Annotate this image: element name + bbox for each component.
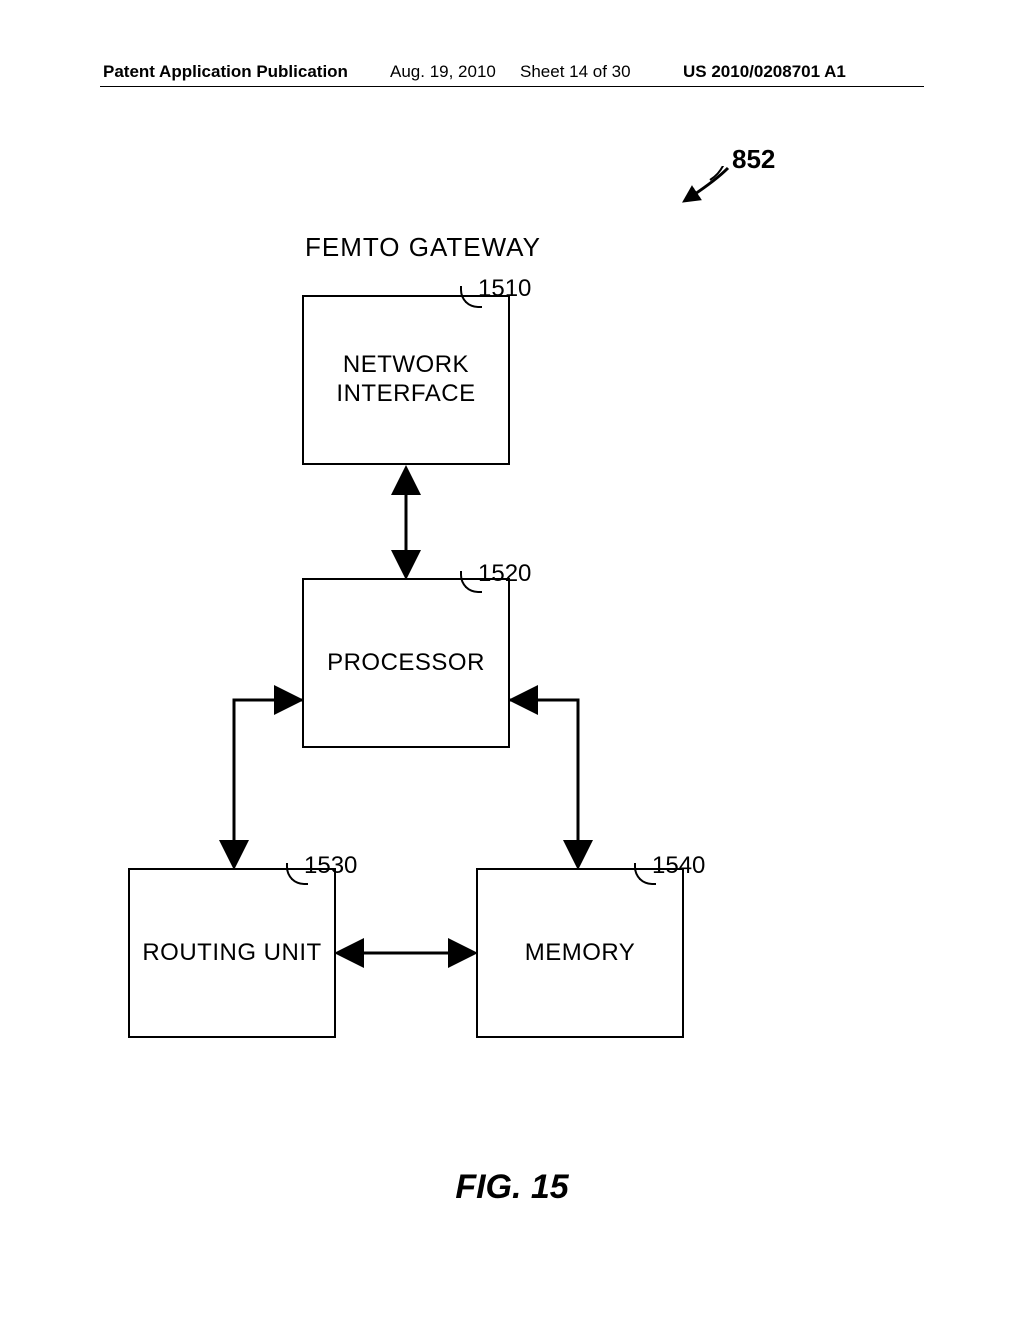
figure-caption: FIG. 15: [0, 1168, 1024, 1207]
connectors: [0, 0, 1024, 1320]
page: Patent Application Publication Aug. 19, …: [0, 0, 1024, 1320]
